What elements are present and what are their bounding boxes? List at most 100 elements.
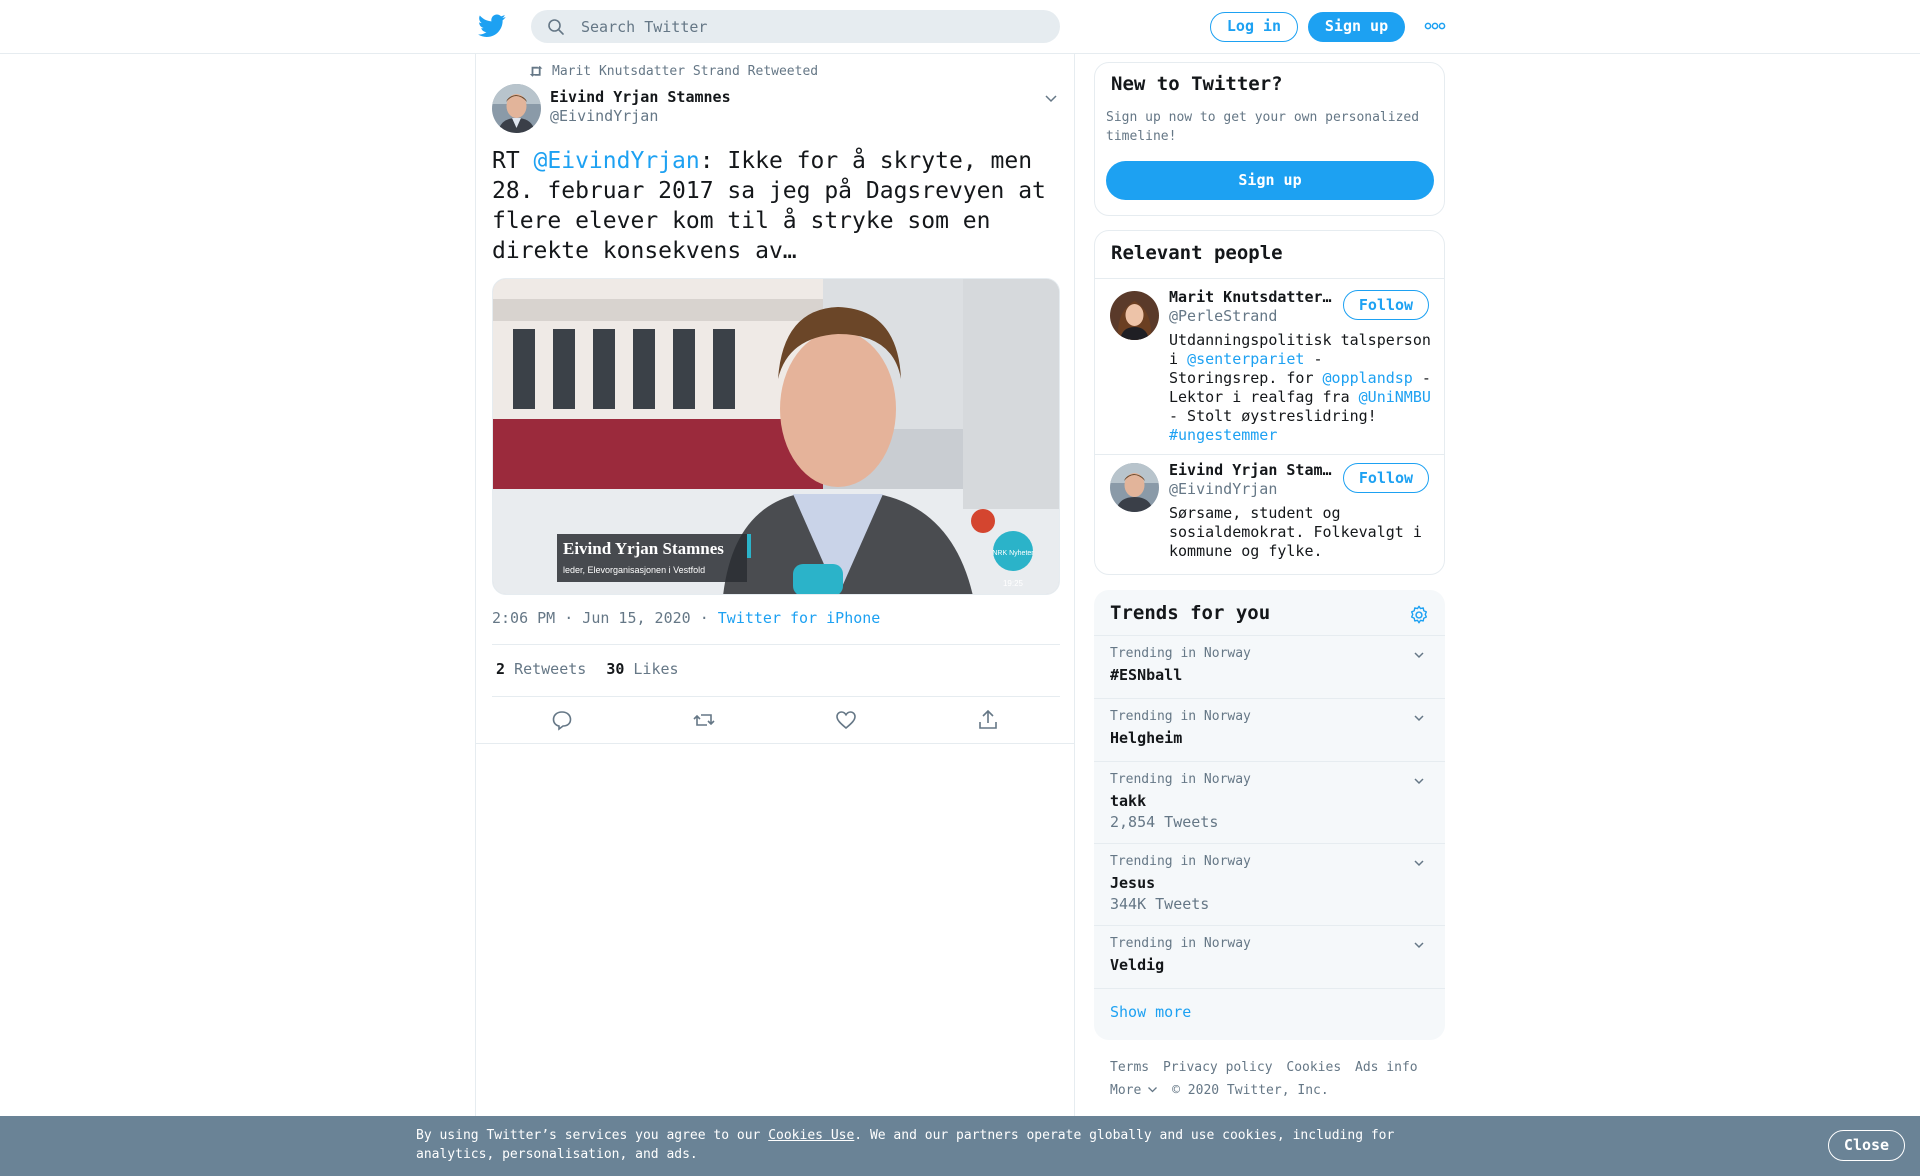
follow-button[interactable]: Follow bbox=[1343, 290, 1429, 320]
bio-hashtag-link[interactable]: #ungestemmer bbox=[1169, 426, 1277, 444]
tweet-mention-link[interactable]: @EivindYrjan bbox=[534, 148, 700, 174]
trend-name[interactable]: takk bbox=[1110, 792, 1146, 810]
retweet-context: Marit Knutsdatter Strand Retweeted bbox=[528, 64, 818, 79]
trends-title: Trends for you bbox=[1110, 602, 1271, 624]
footer-links: Terms Privacy policy Cookies Ads info Mo… bbox=[1110, 1056, 1440, 1102]
person-bio: Sørsame, student og sosialdemokrat. Folk… bbox=[1169, 504, 1422, 560]
twitter-logo-icon[interactable] bbox=[478, 14, 506, 38]
retweets-stat[interactable]: 2 Retweets bbox=[496, 660, 586, 678]
person-handle[interactable]: @PerleStrand bbox=[1169, 307, 1277, 325]
chevron-down-icon[interactable] bbox=[1412, 856, 1426, 870]
author-handle[interactable]: @EivindYrjan bbox=[550, 107, 658, 125]
media-badge: NRK Nyheter bbox=[992, 550, 1034, 557]
cookie-text: By using Twitter’s services you agree to… bbox=[416, 1126, 1416, 1164]
person-handle[interactable]: @EivindYrjan bbox=[1169, 480, 1277, 498]
trend-name[interactable]: Helgheim bbox=[1110, 729, 1182, 747]
person-item[interactable]: Marit Knutsdatter… @PerleStrand Follow U… bbox=[1095, 283, 1444, 453]
share-icon[interactable] bbox=[976, 708, 1000, 732]
person-name[interactable]: Marit Knutsdatter… bbox=[1169, 288, 1339, 306]
top-bar: Log in Sign up bbox=[0, 0, 1920, 54]
copyright-text: © 2020 Twitter, Inc. bbox=[1172, 1083, 1329, 1098]
retweeted-by-text: Marit Knutsdatter Strand Retweeted bbox=[552, 64, 819, 79]
author-avatar[interactable] bbox=[492, 84, 541, 133]
cookie-text-part: By using Twitter’s services you agree to… bbox=[416, 1128, 769, 1143]
media-image: Eivind Yrjan Stamnes leder, Elevorganisa… bbox=[493, 279, 1059, 594]
media-caption-name: Eivind Yrjan Stamnes bbox=[563, 539, 724, 558]
more-icon[interactable] bbox=[1424, 20, 1446, 32]
tweet-meta: 2:06 PM · Jun 15, 2020 · Twitter for iPh… bbox=[492, 609, 880, 627]
cookies-link[interactable]: Cookies bbox=[1286, 1060, 1341, 1075]
chevron-down-icon[interactable] bbox=[1043, 90, 1059, 106]
terms-link[interactable]: Terms bbox=[1110, 1060, 1149, 1075]
privacy-link[interactable]: Privacy policy bbox=[1163, 1060, 1273, 1075]
trend-name[interactable]: Veldig bbox=[1110, 956, 1164, 974]
show-more-link[interactable]: Show more bbox=[1110, 1003, 1191, 1021]
new-to-twitter-title: New to Twitter? bbox=[1111, 73, 1283, 95]
login-button[interactable]: Log in bbox=[1210, 12, 1298, 42]
tweet-timestamp[interactable]: 2:06 PM · Jun 15, 2020 · bbox=[492, 609, 718, 627]
relevant-people-card: Relevant people Marit Knutsdatter… @Perl… bbox=[1094, 230, 1445, 575]
media-time: 19:25 bbox=[1003, 579, 1024, 588]
trend-name[interactable]: Jesus bbox=[1110, 874, 1155, 892]
search-box[interactable] bbox=[531, 10, 1060, 43]
trend-location: Trending in Norway bbox=[1110, 709, 1251, 724]
reply-icon[interactable] bbox=[550, 708, 574, 732]
chevron-down-icon[interactable] bbox=[1412, 648, 1426, 662]
person-item[interactable]: Eivind Yrjan Stam… @EivindYrjan Follow S… bbox=[1095, 461, 1444, 574]
more-label: More bbox=[1110, 1083, 1142, 1098]
trend-name[interactable]: #ESNball bbox=[1110, 666, 1182, 684]
bio-link[interactable]: @senterpariet bbox=[1187, 350, 1304, 368]
tweet-column: Marit Knutsdatter Strand Retweeted Eivin… bbox=[475, 54, 1075, 1176]
trend-item[interactable]: Trending in Norway Helgheim bbox=[1094, 698, 1445, 761]
likes-stat[interactable]: 30 Likes bbox=[606, 660, 678, 678]
ads-info-link[interactable]: Ads info bbox=[1355, 1060, 1418, 1075]
trend-item[interactable]: Trending in Norway Veldig bbox=[1094, 925, 1445, 988]
trend-location: Trending in Norway bbox=[1110, 772, 1251, 787]
new-to-twitter-subtitle: Sign up now to get your own personalized… bbox=[1106, 110, 1420, 144]
retweet-icon bbox=[529, 65, 543, 77]
tweet-actions bbox=[492, 708, 1060, 748]
person-bio: Utdanningspolitisk talsperson i @senterp… bbox=[1169, 331, 1439, 445]
retweets-count: 2 bbox=[496, 660, 506, 678]
chevron-down-icon[interactable] bbox=[1412, 774, 1426, 788]
close-button[interactable]: Close bbox=[1828, 1130, 1905, 1161]
signup-button[interactable]: Sign up bbox=[1308, 12, 1405, 42]
divider bbox=[1095, 454, 1444, 455]
divider bbox=[1095, 278, 1444, 279]
trend-location: Trending in Norway bbox=[1110, 646, 1251, 661]
search-input[interactable] bbox=[581, 10, 1041, 43]
trend-location: Trending in Norway bbox=[1110, 854, 1251, 869]
new-to-twitter-card: New to Twitter? Sign up now to get your … bbox=[1094, 62, 1445, 216]
author-name[interactable]: Eivind Yrjan Stamnes bbox=[550, 88, 731, 106]
trend-item[interactable]: Trending in Norway takk 2,854 Tweets bbox=[1094, 761, 1445, 843]
trend-item[interactable]: Trending in Norway Jesus 344K Tweets bbox=[1094, 843, 1445, 925]
sidebar-signup-button[interactable]: Sign up bbox=[1106, 161, 1434, 200]
retweet-action-icon[interactable] bbox=[692, 708, 716, 732]
more-menu[interactable]: More bbox=[1110, 1083, 1158, 1098]
chevron-down-icon[interactable] bbox=[1412, 711, 1426, 725]
likes-count: 30 bbox=[606, 660, 625, 678]
tweet-bottom-border bbox=[476, 743, 1074, 744]
settings-gear-icon[interactable] bbox=[1408, 604, 1430, 626]
like-icon[interactable] bbox=[834, 708, 858, 732]
tweet-source-link[interactable]: Twitter for iPhone bbox=[718, 609, 881, 627]
search-icon bbox=[548, 19, 564, 35]
relevant-people-title: Relevant people bbox=[1111, 242, 1283, 264]
media-caption-sub: leder, Elevorganisasjonen i Vestfold bbox=[563, 565, 705, 575]
follow-button[interactable]: Follow bbox=[1343, 463, 1429, 493]
bio-link[interactable]: @opplandsp bbox=[1323, 369, 1413, 387]
trend-count: 2,854 Tweets bbox=[1110, 813, 1219, 831]
chevron-down-icon[interactable] bbox=[1412, 938, 1426, 952]
bio-link[interactable]: @UniNMBU bbox=[1359, 388, 1431, 406]
avatar[interactable] bbox=[1110, 291, 1159, 340]
trend-location: Trending in Norway bbox=[1110, 936, 1251, 951]
trend-count: 344K Tweets bbox=[1110, 895, 1210, 913]
cookie-consent-bar: By using Twitter’s services you agree to… bbox=[0, 1116, 1920, 1176]
retweets-label: Retweets bbox=[514, 660, 587, 678]
person-name[interactable]: Eivind Yrjan Stam… bbox=[1169, 461, 1339, 479]
trend-item[interactable]: Trending in Norway #ESNball bbox=[1094, 635, 1445, 698]
avatar[interactable] bbox=[1110, 463, 1159, 512]
cookies-use-link[interactable]: Cookies Use bbox=[768, 1128, 854, 1143]
tweet-media[interactable]: Eivind Yrjan Stamnes leder, Elevorganisa… bbox=[492, 278, 1060, 595]
tweet-text: RT @EivindYrjan: Ikke for å skryte, men … bbox=[492, 146, 1062, 266]
